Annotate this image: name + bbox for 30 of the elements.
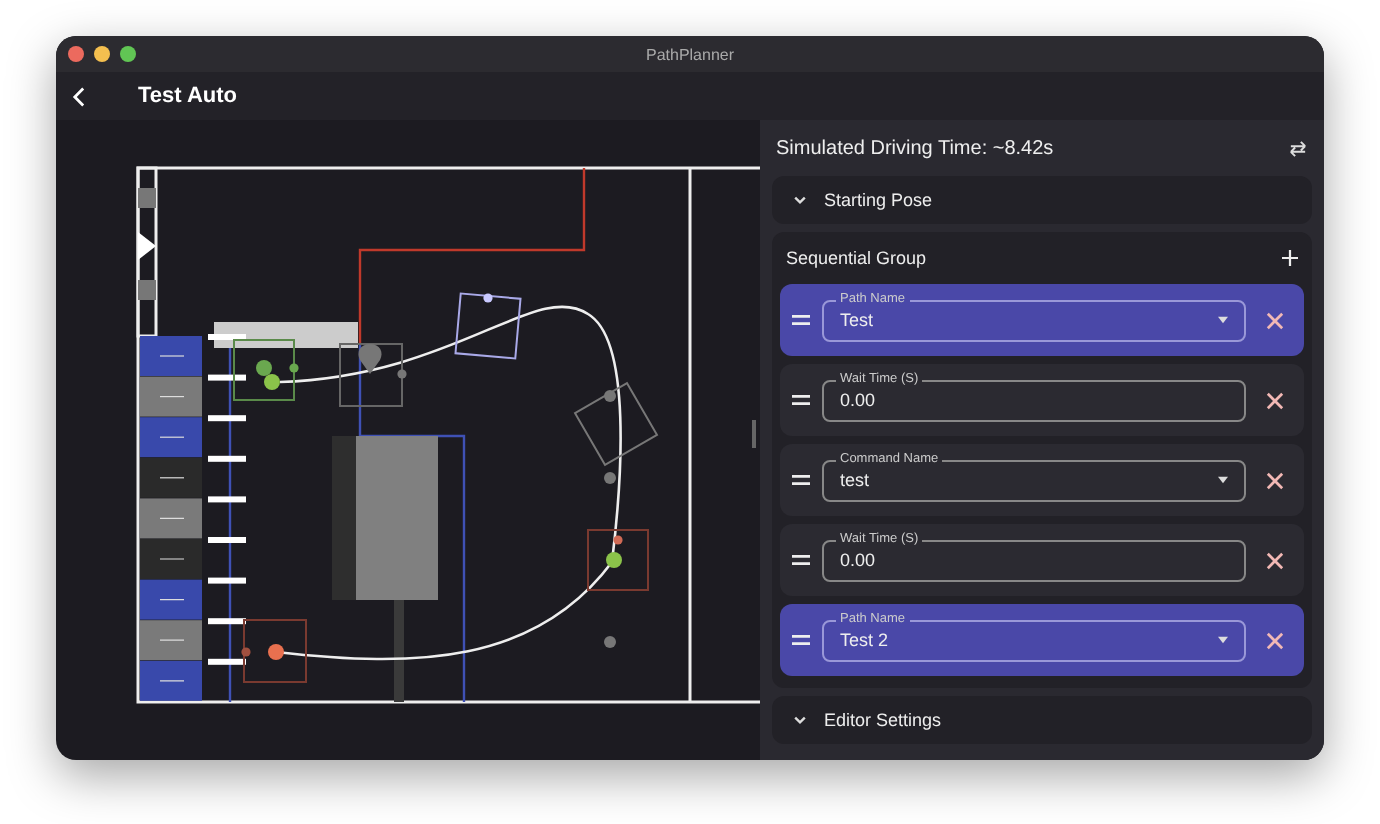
drag-handle-icon[interactable]	[792, 394, 810, 406]
swap-icon[interactable]	[1288, 139, 1308, 157]
chevron-icon	[792, 192, 808, 208]
drag-handle-icon[interactable]	[792, 314, 810, 326]
add-icon[interactable]	[1282, 250, 1298, 266]
group-title: Sequential Group	[786, 248, 927, 268]
drag-handle-icon[interactable]	[792, 554, 810, 566]
driving-time-label: Simulated Driving Time: ~8.42s	[776, 137, 1054, 159]
chevron-icon	[792, 712, 808, 728]
remove-icon[interactable]	[1266, 471, 1284, 489]
starting-pose-label: Starting Pose	[824, 190, 933, 210]
back-icon[interactable]	[72, 85, 86, 107]
dropdown-icon	[1218, 636, 1228, 644]
auto-title: Test Auto	[138, 84, 237, 108]
minimize-button[interactable]	[94, 46, 110, 62]
remove-icon[interactable]	[1266, 551, 1284, 569]
zoom-button[interactable]	[120, 46, 136, 62]
drag-handle-icon[interactable]	[792, 634, 810, 646]
dropdown-icon	[1218, 476, 1228, 484]
remove-icon[interactable]	[1266, 311, 1284, 329]
dropdown-icon	[1218, 316, 1228, 324]
window-title: PathPlanner	[645, 45, 735, 63]
editor-settings-panel[interactable]: Editor Settings	[772, 696, 1312, 744]
close-button[interactable]	[68, 46, 84, 62]
starting-pose-panel[interactable]: Starting Pose	[772, 176, 1312, 224]
drag-handle-icon[interactable]	[792, 474, 810, 486]
resize-handle[interactable]	[752, 420, 756, 448]
remove-icon[interactable]	[1266, 391, 1284, 409]
editor-settings-label: Editor Settings	[824, 710, 942, 730]
remove-icon[interactable]	[1266, 631, 1284, 649]
